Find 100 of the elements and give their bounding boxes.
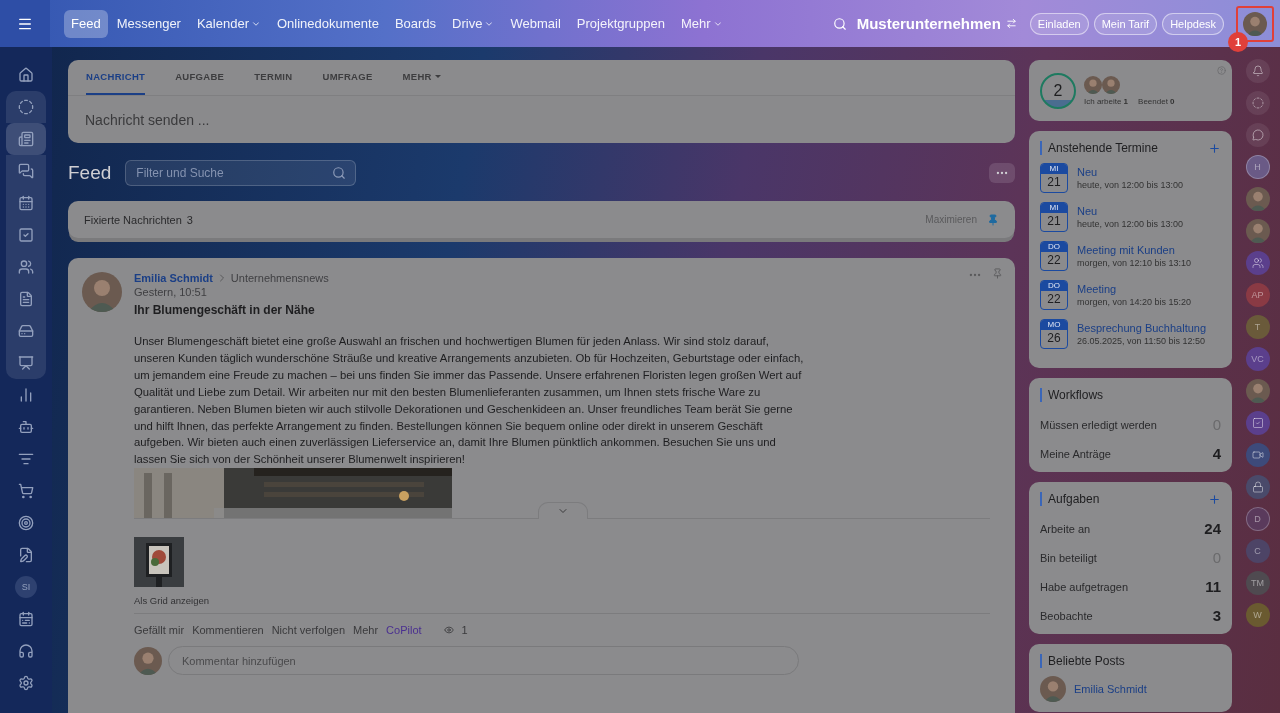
search-icon[interactable] [832,16,847,31]
nav-tab[interactable]: Messenger [109,9,188,38]
nav-tab[interactable]: Feed [64,9,108,38]
composer-tab[interactable]: TERMIN [254,60,293,95]
dashed-circle-icon [1251,97,1264,109]
lock-icon [1251,481,1264,493]
dashed-circle-icon [18,99,34,115]
chat-avatar[interactable] [1245,411,1270,435]
author-link[interactable]: Emilia Schmidt [134,272,213,284]
target-link[interactable]: Unternehmensnews [230,272,329,284]
nav-tab[interactable]: Drive [445,9,502,38]
nav-tab[interactable]: Boards [387,9,444,38]
calendar-date: DO 22 [1040,241,1068,271]
event-time: heute, von 12:00 bis 13:00 [1077,180,1184,190]
users-icon [18,259,34,275]
action-link[interactable]: Gefällt mir [134,624,185,637]
action-link[interactable]: Nicht verfolgen [271,624,346,637]
add-icon[interactable] [1208,492,1221,506]
calendar-date: DO 22 [1040,280,1068,310]
sidebar-item[interactable] [6,91,46,123]
swap-icon[interactable] [1005,18,1017,29]
nav-tab[interactable]: Onlinedokumente [270,9,386,38]
sidebar-button[interactable] [1245,123,1270,147]
counter-label[interactable]: Müssen erledigt werden [1040,418,1157,431]
target-icon [18,515,34,531]
search-icon[interactable] [332,166,347,180]
add-icon[interactable] [1208,141,1221,155]
counter-label[interactable]: Beobachte [1040,609,1093,622]
chat-avatar[interactable] [1245,187,1270,211]
event-link[interactable]: Neu [1077,166,1184,178]
calendar-date: MI 21 [1040,163,1068,193]
eye-icon [443,625,454,636]
sidebar-button[interactable] [1245,59,1270,83]
action-link[interactable]: Mehr [353,624,379,637]
counter-label[interactable]: Meine Anträge [1040,447,1111,460]
chat-avatar[interactable]: C [1245,539,1270,563]
composer-tab[interactable]: MEHR [402,60,441,95]
user-avatar: SI [15,576,37,598]
more-button[interactable] [989,163,1015,183]
user-avatar [1102,75,1120,94]
counter-label[interactable]: Arbeite an [1040,522,1091,535]
sidebar-item[interactable]: SI [6,571,46,603]
chat-avatar[interactable]: AP [1245,283,1270,307]
card-title: Aufgaben [1048,492,1100,506]
counter-value[interactable]: 3 [1212,607,1221,624]
chat-avatar[interactable] [1245,379,1270,403]
checkbox-icon [18,227,34,243]
nav-tab[interactable]: Projektgruppen [569,9,672,38]
company-name[interactable]: Musterunternehmen [856,15,1001,32]
bar-chart-icon [18,387,34,403]
copilot-link[interactable]: CoPilot [386,624,422,637]
event-link[interactable]: Meeting mit Kunden [1077,244,1192,256]
chat-avatar[interactable] [1245,475,1270,499]
event-link[interactable]: Neu [1077,205,1184,217]
sidebar-button[interactable] [1245,91,1270,115]
counter-label[interactable]: Habe aufgetragen [1040,580,1129,593]
chat-avatar[interactable] [1245,251,1270,275]
sidebar-item[interactable] [6,155,46,187]
filter-icon [18,451,34,467]
composer-tab[interactable]: AUFGABE [175,60,225,95]
view-count: 1 [461,624,468,637]
message-field[interactable]: Nachricht senden ... [68,96,1015,143]
chat-avatar[interactable] [1245,443,1270,467]
nav-tab[interactable]: Webmail [503,9,568,38]
counter-value[interactable]: 4 [1212,445,1221,462]
counter-label[interactable]: Bin beteiligt [1040,551,1097,564]
comment-field[interactable]: Kommentar hinzufügen [168,646,799,676]
composer-tab[interactable]: UMFRAGE [322,60,373,95]
user-avatar [1084,75,1102,94]
grid-view-link[interactable]: Als Grid anzeigen [134,595,1001,607]
pinned-label: Fixierte Nachrichten [84,213,182,226]
sidebar-item[interactable] [6,347,46,379]
event-link[interactable]: Besprechung Buchhaltung [1077,322,1207,334]
chat-avatar[interactable]: T [1245,315,1270,339]
author-link[interactable]: Emilia Schmidt [1074,683,1147,695]
card-title: Beliebte Posts [1048,654,1125,668]
user-avatar [1243,11,1267,36]
chat-avatar[interactable]: H [1245,155,1270,179]
header-button[interactable]: Mein Tarif [1093,12,1158,35]
chat-avatar[interactable]: W [1245,603,1270,627]
action-link[interactable]: Kommentieren [192,624,264,637]
post-title: Ihr Blumengeschäft in der Nähe [134,303,316,317]
chat-avatar[interactable] [1245,219,1270,243]
chat-avatar[interactable]: D [1245,507,1270,531]
chat-icon [18,163,34,179]
card-title: Workflows [1048,388,1104,402]
counter-value[interactable]: 11 [1205,578,1221,595]
chat-avatar[interactable]: TM [1245,571,1270,595]
users-icon [1251,257,1264,269]
event-link[interactable]: Meeting [1077,283,1192,295]
nav-tab[interactable]: Mehr [673,9,730,38]
work-counter[interactable]: 2 [1040,72,1076,109]
nav-tab[interactable]: Kalender [189,9,268,38]
calendar-date: MO 26 [1040,319,1068,349]
menu-button[interactable] [0,0,50,47]
counter-value[interactable]: 24 [1204,520,1221,537]
header-button[interactable]: Helpdesk [1162,12,1224,35]
chat-avatar[interactable]: VC [1245,347,1270,371]
header-button[interactable]: Einladen [1029,12,1089,35]
sidebar-item[interactable] [6,123,46,155]
